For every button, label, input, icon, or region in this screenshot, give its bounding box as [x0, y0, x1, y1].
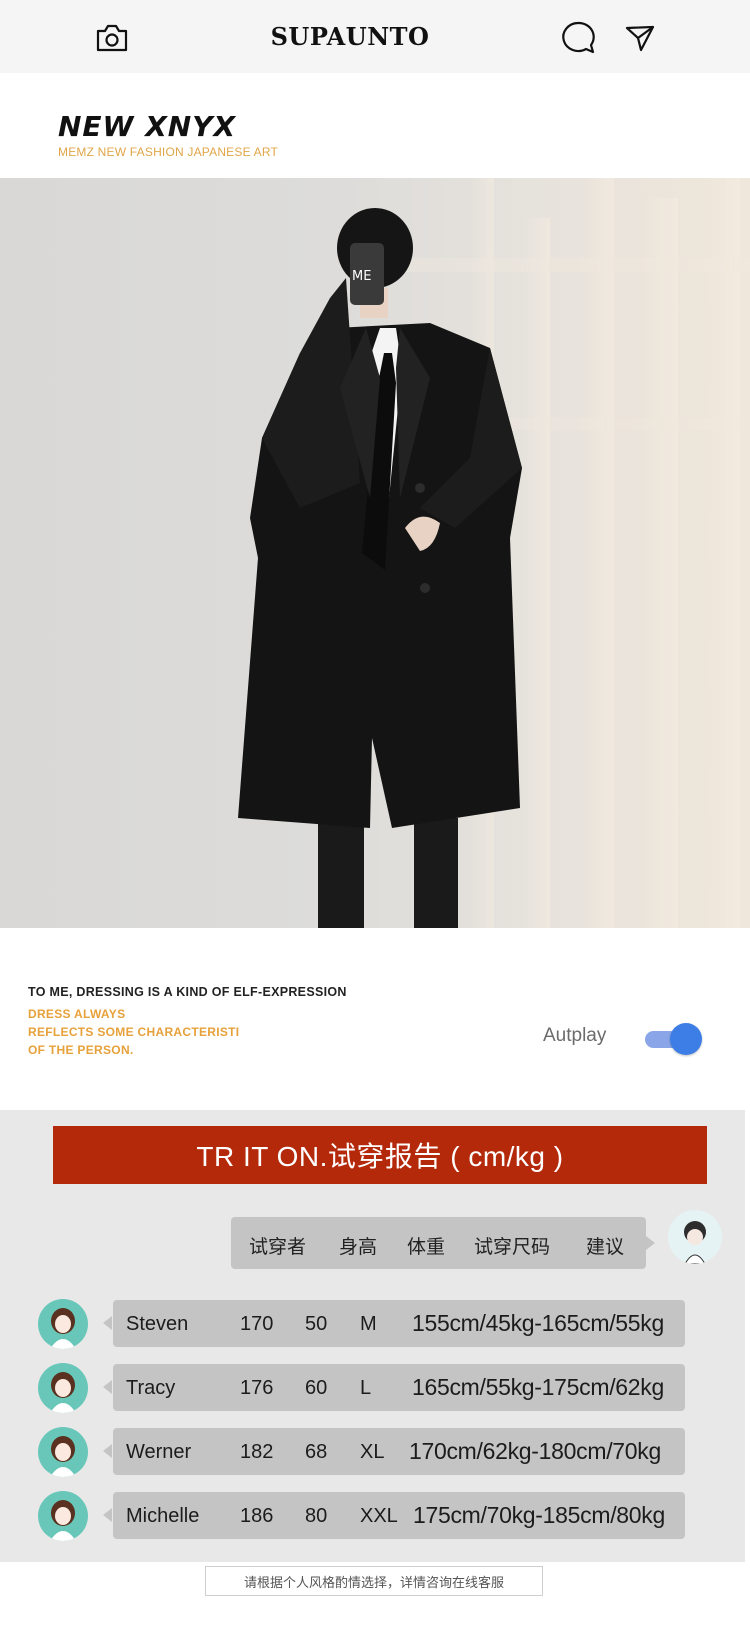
- autoplay-label: Autplay: [543, 1025, 607, 1046]
- suggested-range: 155cm/45kg-165cm/55kg: [412, 1310, 664, 1336]
- quote-lines: DRESS ALWAYS REFLECTS SOME CHARACTERISTI…: [28, 1005, 347, 1059]
- suggested-range: 175cm/70kg-185cm/80kg: [413, 1502, 665, 1528]
- quote-line1: TO ME, DRESSING IS A KIND OF ELF-EXPRESS…: [28, 985, 347, 999]
- table-row: Steven 170 50 M 155cm/45kg-165cm/55kg: [113, 1300, 685, 1347]
- tester-size: XL: [360, 1441, 385, 1463]
- header-height: 身高: [339, 1237, 378, 1258]
- logo-title: NEW XNYX: [58, 110, 237, 143]
- avatar: [668, 1210, 722, 1264]
- tester-weight: 80: [305, 1505, 328, 1527]
- bubble-tail: [103, 1316, 112, 1330]
- bubble-tail: [103, 1380, 112, 1394]
- footnote: 请根据个人风格酌情选择，详情咨询在线客服: [205, 1566, 543, 1596]
- send-icon[interactable]: [620, 20, 660, 56]
- tester-name: Steven: [126, 1313, 189, 1335]
- avatar: [38, 1491, 88, 1541]
- quote-line4: OF THE PERSON.: [28, 1043, 134, 1057]
- tester-size: L: [360, 1377, 372, 1399]
- report-header: 试穿者 身高 体重 试穿尺码 建议: [231, 1217, 646, 1269]
- tester-name: Tracy: [126, 1377, 176, 1399]
- quote-line3: REFLECTS SOME CHARACTERISTI: [28, 1025, 240, 1039]
- tester-height: 182: [240, 1441, 274, 1463]
- suggested-range: 170cm/62kg-180cm/70kg: [409, 1438, 661, 1464]
- bubble-tail: [103, 1508, 112, 1522]
- report-banner: TR IT ON.试穿报告 ( cm/kg ): [53, 1126, 707, 1184]
- brand-title: SUPAUNTO: [270, 22, 430, 51]
- tester-weight: 50: [305, 1313, 328, 1335]
- logo-subtitle: MEMZ NEW FASHION JAPANESE ART: [58, 145, 279, 159]
- quote-block: TO ME, DRESSING IS A KIND OF ELF-EXPRESS…: [28, 985, 347, 1059]
- phone-text: ME: [352, 269, 371, 284]
- table-row: Tracy 176 60 L 165cm/55kg-175cm/62kg: [113, 1364, 685, 1411]
- toggle-knob[interactable]: [670, 1023, 702, 1055]
- header-advice: 建议: [586, 1237, 625, 1258]
- tester-size: M: [360, 1313, 377, 1335]
- autoplay-toggle[interactable]: [643, 1022, 705, 1056]
- quote-line2: DRESS ALWAYS: [28, 1007, 126, 1021]
- top-bar: SUPAUNTO: [0, 0, 750, 73]
- tester-name: Michelle: [126, 1505, 200, 1527]
- header-logo: NEW XNYX MEMZ NEW FASHION JAPANESE ART: [58, 110, 278, 159]
- avatar: [38, 1299, 88, 1349]
- header-bubble-tail: [646, 1236, 655, 1250]
- tester-height: 170: [240, 1313, 274, 1335]
- avatar: [38, 1427, 88, 1477]
- avatar: [38, 1363, 88, 1413]
- header-size: 试穿尺码: [474, 1237, 551, 1258]
- bubble-tail: [103, 1444, 112, 1458]
- table-row: Werner 182 68 XL 170cm/62kg-180cm/70kg: [113, 1428, 685, 1475]
- suggested-range: 165cm/55kg-175cm/62kg: [412, 1374, 664, 1400]
- tester-height: 176: [240, 1377, 274, 1399]
- header-tester: 试穿者: [249, 1237, 307, 1258]
- tester-weight: 60: [305, 1377, 328, 1399]
- table-row: Michelle 186 80 XXL 175cm/70kg-185cm/80k…: [113, 1492, 685, 1539]
- tester-weight: 68: [305, 1441, 328, 1463]
- tester-size: XXL: [360, 1505, 398, 1527]
- model-illustration: ME: [238, 178, 750, 928]
- tester-height: 186: [240, 1505, 274, 1527]
- product-photo: ME: [0, 178, 750, 928]
- camera-icon[interactable]: [92, 20, 132, 56]
- chat-icon[interactable]: [558, 20, 598, 56]
- header-weight: 体重: [407, 1237, 446, 1258]
- tester-name: Werner: [126, 1441, 192, 1463]
